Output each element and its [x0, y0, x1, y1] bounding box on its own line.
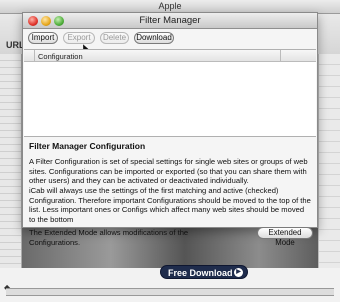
configuration-column-header[interactable]: Configuration	[38, 52, 83, 61]
export-button[interactable]: Export	[63, 32, 95, 44]
free-download-label: Free Download	[168, 268, 233, 278]
column-divider	[280, 50, 281, 62]
background-scroll-area	[318, 54, 340, 284]
dialog-toolbar: Import Export Delete Download	[23, 31, 317, 47]
filter-manager-dialog: Filter Manager Import Export Delete Down…	[22, 12, 318, 247]
info-heading: Filter Manager Configuration	[29, 141, 146, 151]
free-download-button[interactable]: Free Download ▶	[160, 265, 248, 279]
dialog-titlebar[interactable]: Filter Manager	[23, 13, 317, 29]
download-button[interactable]: Download	[134, 32, 174, 44]
import-button[interactable]: Import	[28, 32, 58, 44]
column-divider	[34, 50, 35, 62]
background-sidebar	[0, 54, 22, 284]
dialog-title: Filter Manager	[139, 15, 201, 26]
background-status-bar	[6, 288, 334, 296]
info-panel: Filter Manager Configuration A Filter Co…	[23, 139, 317, 247]
info-paragraph: iCab will always use the settings of the…	[29, 186, 311, 224]
configuration-list-header: Configuration	[24, 50, 316, 62]
extended-mode-button[interactable]: Extended Mode	[257, 227, 313, 247]
info-paragraph: The Extended Mode allows modifications o…	[29, 228, 189, 247]
configuration-list[interactable]: Configuration	[24, 49, 316, 137]
arrow-right-icon: ▶	[234, 268, 243, 277]
info-paragraph: A Filter Configuration is set of special…	[29, 157, 308, 185]
delete-button[interactable]: Delete	[100, 32, 129, 44]
background-window-title: Apple	[158, 1, 182, 11]
